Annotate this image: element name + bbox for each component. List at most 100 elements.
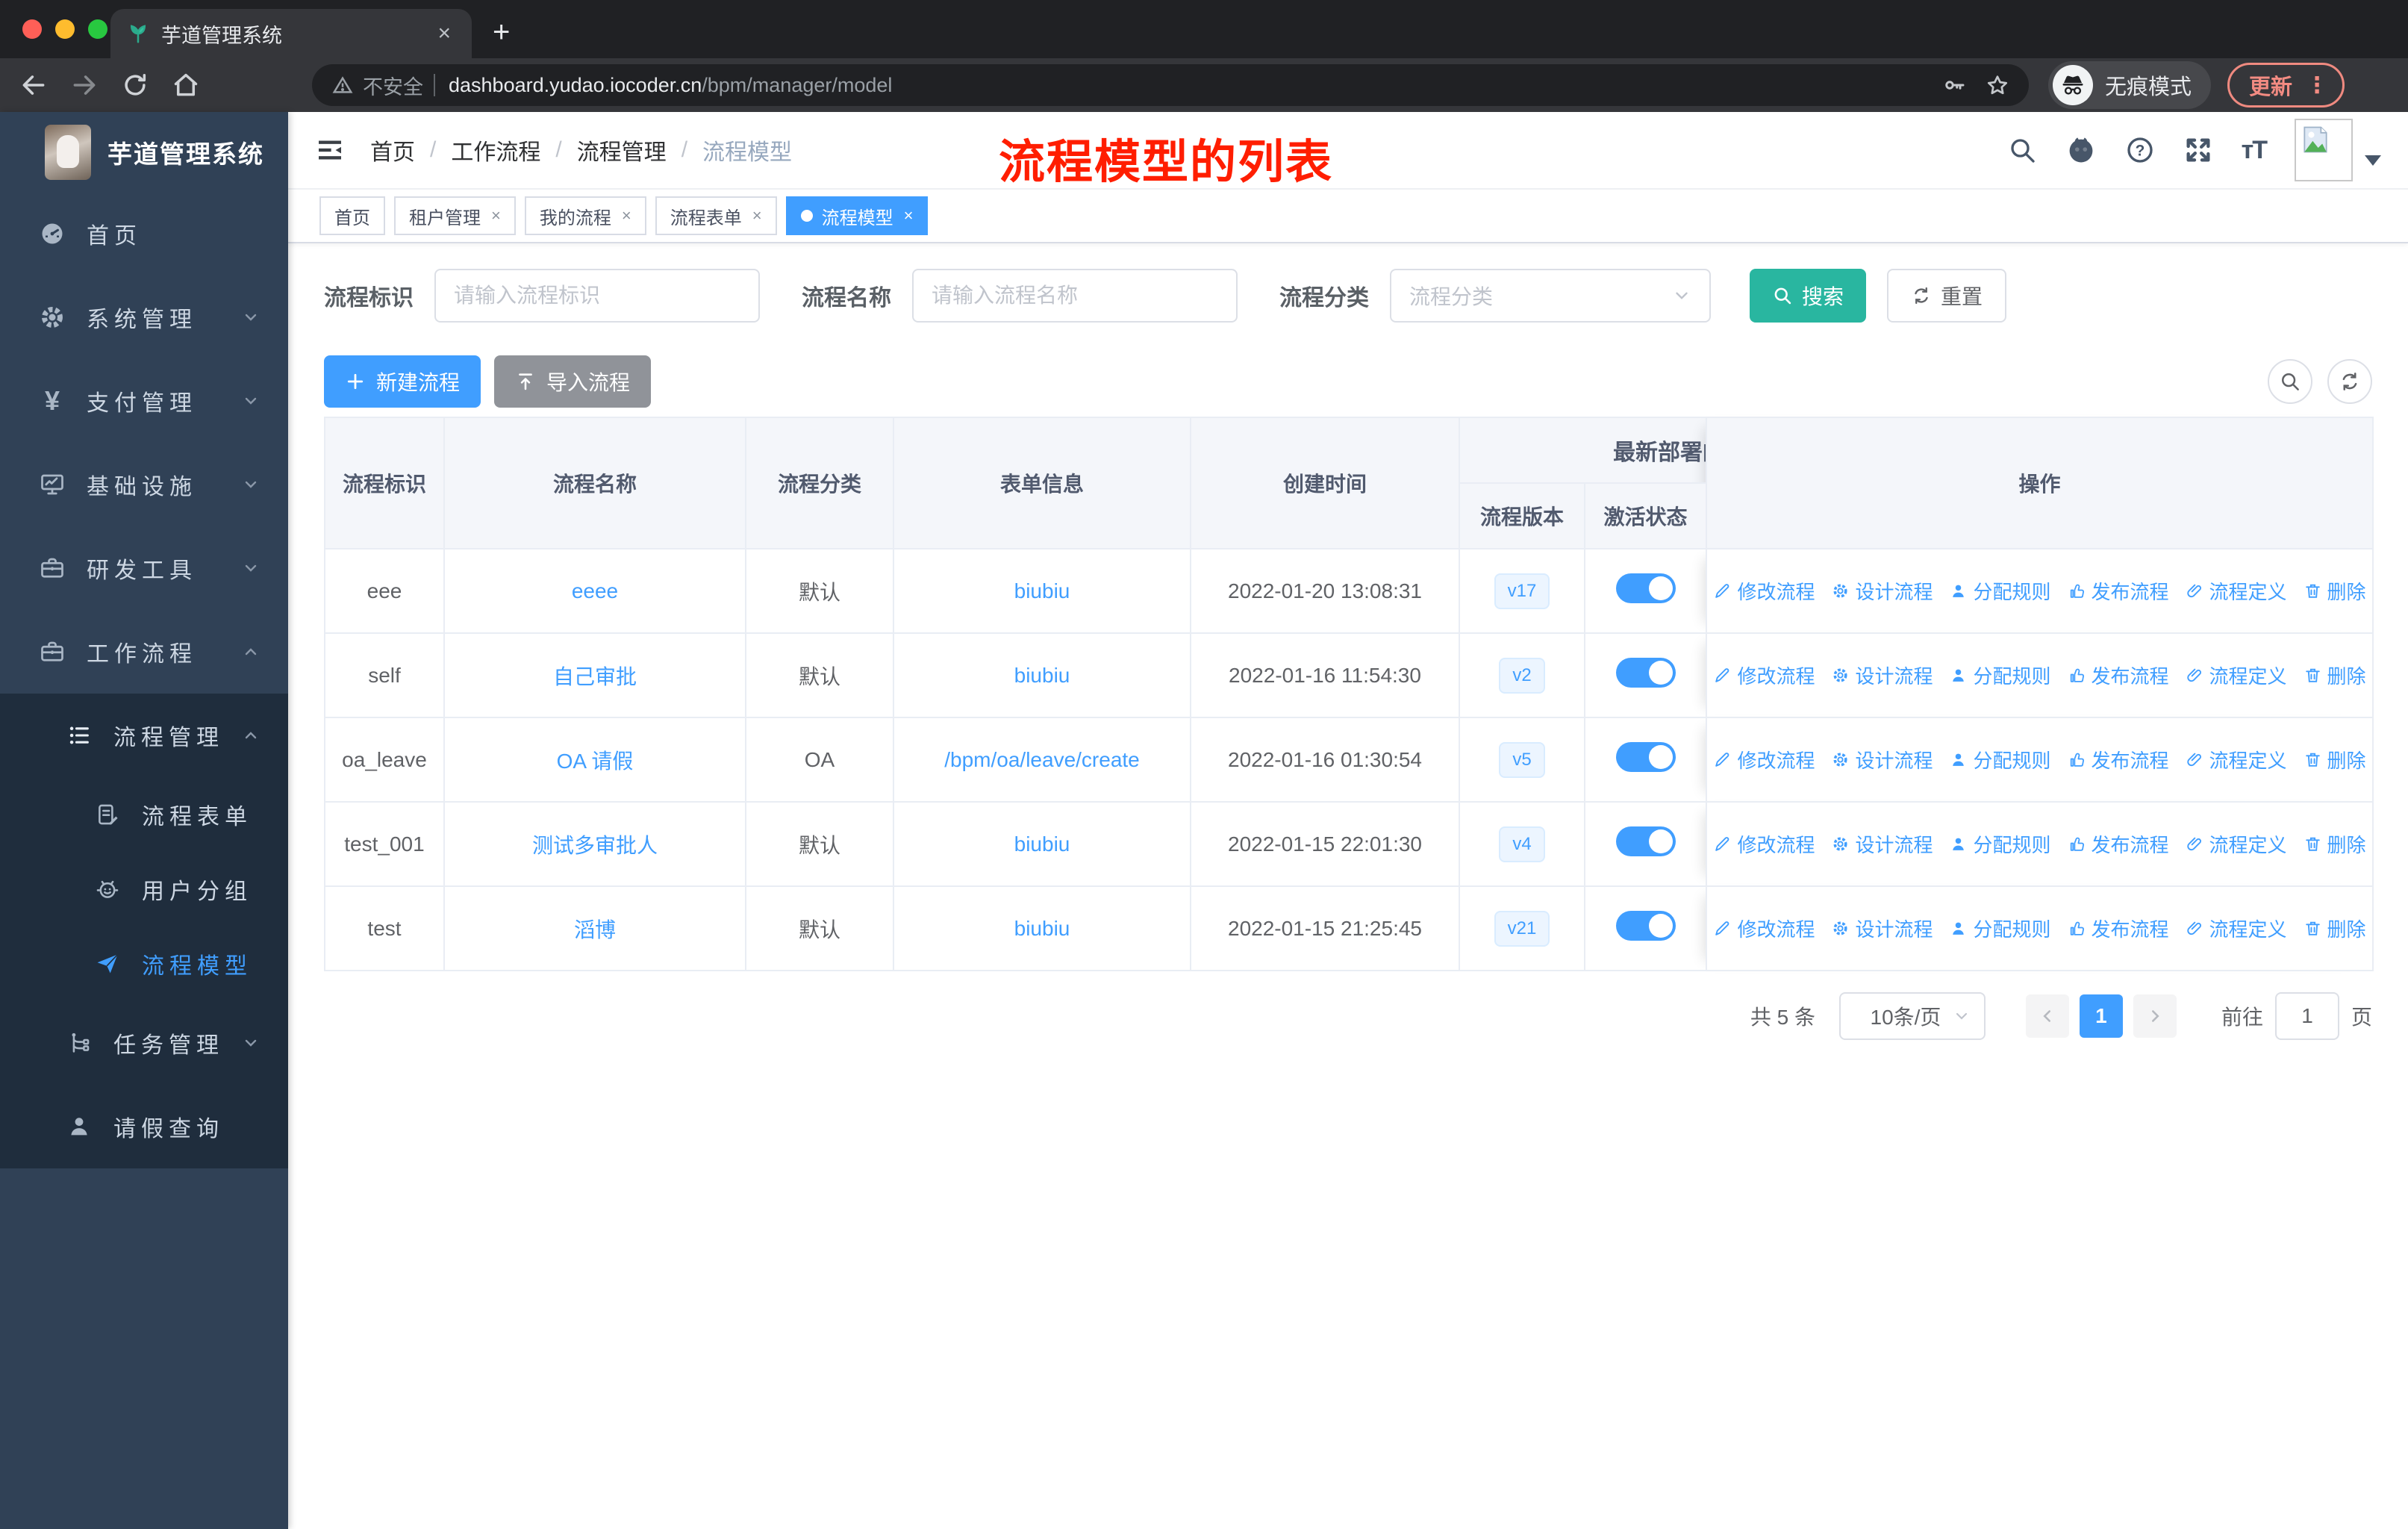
- minimize-window-button[interactable]: [55, 19, 75, 39]
- process-name-link[interactable]: eeee: [572, 579, 618, 602]
- bookmark-star-icon[interactable]: [1986, 73, 2009, 97]
- action-assign-rule[interactable]: 分配规则: [1949, 746, 2051, 773]
- maximize-window-button[interactable]: [88, 19, 107, 39]
- collapse-sidebar-icon[interactable]: [315, 135, 345, 165]
- action-edit-process[interactable]: 修改流程: [1713, 661, 1815, 689]
- form-info-link[interactable]: /bpm/oa/leave/create: [944, 748, 1140, 771]
- action-design-process[interactable]: 设计流程: [1831, 915, 1933, 942]
- sidebar-item-task-management[interactable]: 任务管理: [0, 1001, 288, 1085]
- action-assign-rule[interactable]: 分配规则: [1949, 661, 2051, 689]
- close-icon[interactable]: ×: [752, 206, 762, 225]
- breadcrumb-process-management[interactable]: 流程管理: [577, 134, 667, 166]
- breadcrumb-workflow[interactable]: 工作流程: [451, 134, 540, 166]
- page-size-select[interactable]: 10条/页: [1838, 992, 1986, 1040]
- window-controls[interactable]: [22, 19, 107, 39]
- import-process-button[interactable]: 导入流程: [494, 355, 652, 408]
- sidebar-item-home[interactable]: 首页: [0, 192, 288, 275]
- action-delete[interactable]: 删除: [2303, 577, 2366, 605]
- sidebar-item-user-group[interactable]: 用户分组: [0, 852, 288, 927]
- password-key-icon[interactable]: [1942, 73, 1966, 97]
- process-name-link[interactable]: 测试多审批人: [532, 834, 658, 857]
- active-toggle[interactable]: [1615, 911, 1676, 941]
- sidebar-item-system[interactable]: 系统管理: [0, 275, 288, 359]
- process-id-input[interactable]: [434, 269, 760, 323]
- app-logo[interactable]: 芋道管理系统: [0, 112, 288, 192]
- action-process-definition[interactable]: 流程定义: [2186, 661, 2287, 689]
- action-edit-process[interactable]: 修改流程: [1713, 915, 1815, 942]
- action-assign-rule[interactable]: 分配规则: [1949, 577, 2051, 605]
- action-edit-process[interactable]: 修改流程: [1713, 830, 1815, 858]
- active-toggle[interactable]: [1615, 573, 1676, 603]
- sidebar-item-process-management[interactable]: 流程管理: [0, 694, 288, 777]
- close-icon[interactable]: ×: [491, 206, 501, 225]
- close-icon[interactable]: ×: [622, 206, 631, 225]
- sidebar-item-infrastructure[interactable]: 基础设施: [0, 443, 288, 526]
- active-toggle[interactable]: [1615, 742, 1676, 772]
- form-info-link[interactable]: biubiu: [1014, 832, 1070, 856]
- tag-my-process[interactable]: 我的流程 ×: [524, 196, 646, 235]
- back-icon[interactable]: [19, 71, 48, 99]
- sidebar-item-leave-query[interactable]: 请假查询: [0, 1085, 288, 1168]
- avatar-caret-icon[interactable]: [2365, 155, 2381, 166]
- github-icon[interactable]: [2065, 134, 2097, 166]
- action-publish-process[interactable]: 发布流程: [2068, 577, 2169, 605]
- process-name-input[interactable]: [912, 269, 1238, 323]
- user-avatar[interactable]: [2295, 119, 2353, 181]
- new-tab-button[interactable]: +: [493, 16, 510, 49]
- security-label[interactable]: 不安全: [363, 71, 423, 100]
- form-info-link[interactable]: biubiu: [1014, 664, 1070, 687]
- close-window-button[interactable]: [22, 19, 42, 39]
- next-page-button[interactable]: [2133, 994, 2177, 1038]
- action-publish-process[interactable]: 发布流程: [2068, 915, 2169, 942]
- help-icon[interactable]: ?: [2125, 135, 2155, 165]
- page-number-button[interactable]: 1: [2079, 994, 2123, 1038]
- action-assign-rule[interactable]: 分配规则: [1949, 915, 2051, 942]
- tab-close-icon[interactable]: ×: [433, 21, 455, 46]
- close-icon[interactable]: ×: [904, 206, 914, 225]
- form-info-link[interactable]: biubiu: [1014, 579, 1070, 602]
- breadcrumb-home[interactable]: 首页: [370, 134, 415, 166]
- action-edit-process[interactable]: 修改流程: [1713, 577, 1815, 605]
- action-design-process[interactable]: 设计流程: [1831, 577, 1933, 605]
- form-info-link[interactable]: biubiu: [1014, 917, 1070, 940]
- goto-page-input[interactable]: [2274, 992, 2339, 1040]
- process-name-link[interactable]: 自己审批: [553, 665, 637, 688]
- reset-button[interactable]: 重置: [1887, 269, 2007, 323]
- action-publish-process[interactable]: 发布流程: [2068, 746, 2169, 773]
- action-delete[interactable]: 删除: [2303, 746, 2366, 773]
- action-delete[interactable]: 删除: [2303, 915, 2366, 942]
- action-process-definition[interactable]: 流程定义: [2186, 746, 2287, 773]
- home-icon[interactable]: [172, 71, 200, 99]
- tag-home[interactable]: 首页: [319, 196, 385, 235]
- action-publish-process[interactable]: 发布流程: [2068, 661, 2169, 689]
- prev-page-button[interactable]: [2025, 994, 2069, 1038]
- fullscreen-icon[interactable]: [2183, 135, 2213, 165]
- action-delete[interactable]: 删除: [2303, 661, 2366, 689]
- search-button[interactable]: 搜索: [1750, 269, 1867, 323]
- process-category-select[interactable]: 流程分类: [1390, 269, 1711, 323]
- action-process-definition[interactable]: 流程定义: [2186, 915, 2287, 942]
- search-icon[interactable]: [2007, 135, 2037, 165]
- url-bar[interactable]: 不安全 dashboard.yudao.iocoder.cn /bpm/mana…: [312, 64, 2029, 106]
- action-assign-rule[interactable]: 分配规则: [1949, 830, 2051, 858]
- active-toggle[interactable]: [1615, 658, 1676, 688]
- action-design-process[interactable]: 设计流程: [1831, 661, 1933, 689]
- process-name-link[interactable]: 滔博: [574, 918, 616, 941]
- browser-tab[interactable]: 芋道管理系统 ×: [110, 9, 472, 58]
- action-process-definition[interactable]: 流程定义: [2186, 830, 2287, 858]
- sidebar-item-devtools[interactable]: 研发工具: [0, 526, 288, 610]
- browser-menu-icon[interactable]: ⋮: [2306, 72, 2329, 99]
- create-process-button[interactable]: 新建流程: [324, 355, 481, 408]
- forward-icon[interactable]: [70, 71, 99, 99]
- action-publish-process[interactable]: 发布流程: [2068, 830, 2169, 858]
- reload-icon[interactable]: [121, 71, 149, 99]
- action-edit-process[interactable]: 修改流程: [1713, 746, 1815, 773]
- refresh-table-icon[interactable]: [2327, 359, 2372, 404]
- sidebar-item-workflow[interactable]: 工作流程: [0, 610, 288, 694]
- action-design-process[interactable]: 设计流程: [1831, 746, 1933, 773]
- action-process-definition[interactable]: 流程定义: [2186, 577, 2287, 605]
- tag-tenant[interactable]: 租户管理 ×: [394, 196, 516, 235]
- active-toggle[interactable]: [1615, 826, 1676, 856]
- browser-update-button[interactable]: 更新 ⋮: [2227, 63, 2345, 108]
- toggle-search-icon[interactable]: [2268, 359, 2312, 404]
